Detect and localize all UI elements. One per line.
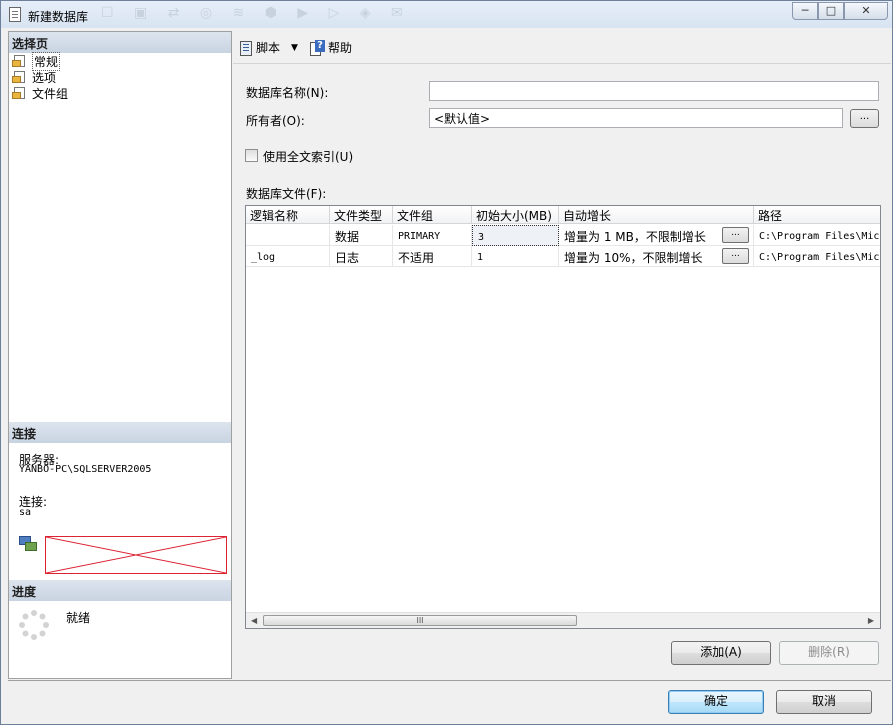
column-header[interactable]: 文件组 [393,206,472,224]
ok-button[interactable]: 确定 [668,690,764,714]
column-header[interactable]: 逻辑名称 [246,206,330,224]
scroll-left-icon[interactable]: ◀ [251,616,257,625]
progress-status: 就绪 [66,611,91,625]
initial-size-cell[interactable]: 1 [472,246,559,267]
path-cell[interactable]: C:\Program Files\Micr [754,246,881,267]
help-button[interactable]: 帮助 [310,39,352,56]
connection-properties-icon[interactable] [19,536,37,552]
page-item-general[interactable]: 常规 [12,52,61,71]
scroll-right-icon[interactable]: ▶ [868,616,874,625]
server-value: YANBO-PC\SQLSERVER2005 [19,464,152,475]
logical-name-value: _log [251,252,276,263]
file-type-cell[interactable]: 日志 [330,246,393,267]
path-value: C:\Program Files\Micr [759,252,881,263]
grid-header: 逻辑名称 文件类型 文件组 初始大小(MB) 自动增长 路径 [246,206,880,224]
db-name-input[interactable] [429,81,879,101]
db-name-label: 数据库名称(N): [246,86,329,100]
broken-image-icon [46,537,226,573]
page-settings-icon [12,71,28,84]
autogrowth-cell: 增量为 1 MB，不限制增长 ... [559,225,754,246]
owner-label: 所有者(O): [246,114,305,128]
filegroup-cell[interactable]: 不适用 [393,246,472,267]
dialog-window: 新建数据库 ☐ ▣ ⇄ ◎ ≋ ⬢ ▶ ▷ ◈ ✉ ─ □ ✕ 选择页 常规 选… [0,0,893,725]
toolbar-divider [233,63,891,64]
window-controls: ─ □ ✕ [792,2,888,20]
title-bar[interactable]: 新建数据库 ☐ ▣ ⇄ ◎ ≋ ⬢ ▶ ▷ ◈ ✉ ─ □ ✕ [1,1,892,28]
table-row[interactable]: 数据 PRIMARY 3 增量为 1 MB，不限制增长 ... C:\Progr… [246,225,881,246]
close-button[interactable]: ✕ [844,2,888,20]
initial-size-cell[interactable]: 3 [472,225,559,246]
maximize-button[interactable]: □ [818,2,844,20]
page-settings-icon [12,55,28,68]
autogrowth-browse-button[interactable]: ... [722,248,749,264]
view-connection-properties-link[interactable] [45,536,227,574]
connection-header: 连接 [9,422,231,443]
toolbar: 脚本 ▼ 帮助 [233,31,891,63]
logical-name-cell[interactable] [246,225,330,246]
connection-value: sa [19,507,32,518]
cancel-button[interactable]: 取消 [776,690,872,714]
page-item-label: 选项 [32,71,57,85]
db-files-label: 数据库文件(F): [246,187,327,201]
document-icon [9,7,21,22]
background-toolbar-icons: ☐ ▣ ⇄ ◎ ≋ ⬢ ▶ ▷ ◈ ✉ [101,5,411,21]
script-icon [239,40,253,56]
help-label: 帮助 [328,41,353,55]
column-header[interactable]: 路径 [754,206,880,224]
page-settings-icon [12,87,28,100]
minimize-button[interactable]: ─ [792,2,818,20]
left-panel: 选择页 常规 选项 文件组 连接 服务器: YANBO-PC\SQLSERVER… [8,31,232,679]
path-cell[interactable]: C:\Program Files\Micr [754,225,881,246]
filegroup-value: PRIMARY [398,231,441,242]
autogrowth-value: 增量为 1 MB，不限制增长 [564,230,706,244]
remove-button[interactable]: 删除(R) [779,641,879,665]
column-header[interactable]: 初始大小(MB) [472,206,559,224]
initial-size-value: 3 [478,232,485,243]
autogrowth-value: 增量为 10%，不限制增长 [564,251,703,265]
file-type-cell[interactable]: 数据 [330,225,393,246]
page-item-filegroups[interactable]: 文件组 [12,85,68,102]
script-label: 脚本 [256,41,281,55]
db-files-grid: 逻辑名称 文件类型 文件组 初始大小(MB) 自动增长 路径 数据 PRIMAR… [245,205,881,629]
autogrowth-browse-button[interactable]: ... [722,227,749,243]
initial-size-value: 1 [477,252,484,263]
column-header[interactable]: 文件类型 [330,206,393,224]
help-icon [310,39,325,56]
logical-name-cell[interactable]: _log [246,246,330,267]
column-header[interactable]: 自动增长 [559,206,754,224]
horizontal-scrollbar[interactable]: ◀ III ▶ [246,612,880,628]
progress-header: 进度 [9,580,231,601]
select-page-header: 选择页 [9,32,231,53]
progress-spinner-icon [19,610,49,640]
table-row[interactable]: _log 日志 不适用 1 增量为 10%，不限制增长 ... C:\Progr… [246,246,881,267]
scrollbar-thumb[interactable]: III [263,615,577,626]
owner-input[interactable]: <默认值> [429,108,843,128]
page-item-options[interactable]: 选项 [12,69,56,86]
footer-divider [8,680,891,681]
chevron-down-icon[interactable]: ▼ [291,43,298,53]
fulltext-label: 使用全文索引(U) [263,150,354,164]
window-title: 新建数据库 [28,10,89,24]
filegroup-cell[interactable]: PRIMARY [393,225,472,246]
script-button[interactable]: 脚本 ▼ [239,39,298,56]
page-item-label: 文件组 [32,87,69,101]
fulltext-checkbox[interactable] [245,149,258,162]
add-button[interactable]: 添加(A) [671,641,771,665]
autogrowth-cell: 增量为 10%，不限制增长 ... [559,246,754,267]
owner-browse-button[interactable]: ... [850,109,879,128]
path-value: C:\Program Files\Micr [759,231,881,242]
